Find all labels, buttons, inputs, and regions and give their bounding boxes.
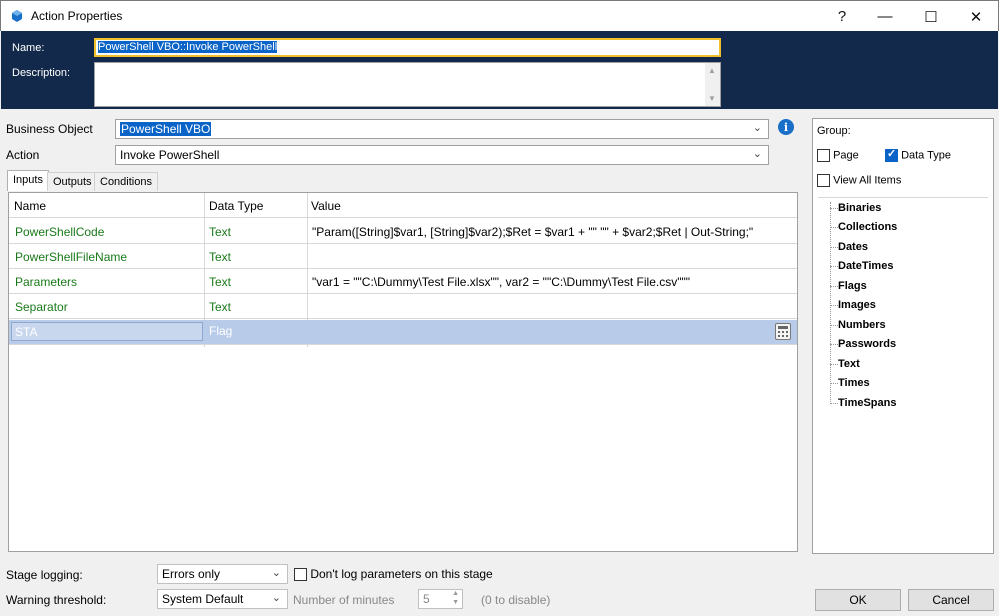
tab-conditions[interactable]: Conditions (94, 172, 158, 191)
page-checkbox-box[interactable] (817, 149, 830, 162)
description-scrollbar[interactable]: ▲ ▼ (705, 63, 720, 106)
tree-item[interactable]: Times (838, 377, 870, 389)
param-type: Text (209, 300, 232, 314)
tree-item[interactable]: DateTimes (838, 260, 893, 272)
minutes-label: Number of minutes (293, 593, 395, 607)
info-icon[interactable]: i (778, 119, 794, 135)
name-field-value: PowerShell VBO::Invoke PowerShell (98, 41, 278, 53)
name-field[interactable]: PowerShell VBO::Invoke PowerShell (94, 38, 721, 57)
table-row-selected[interactable]: STA Flag (9, 320, 797, 345)
view-all-checkbox-label: View All Items (833, 174, 902, 187)
chevron-down-icon: ⌄ (752, 122, 762, 134)
warning-threshold-label: Warning threshold: (6, 593, 107, 607)
datatype-checkbox-label: Data Type (901, 149, 952, 162)
calculator-icon[interactable] (775, 323, 791, 340)
column-header-data-type[interactable]: Data Type (209, 199, 263, 213)
data-type-tree: Binaries Collections Dates DateTimes Fla… (818, 197, 988, 547)
table-row[interactable]: Parameters Text "var1 = ""C:\Dummy\Test … (9, 269, 797, 294)
param-type: Text (209, 250, 232, 264)
stepper-down-icon[interactable]: ▼ (452, 599, 459, 606)
page-checkbox[interactable]: Page (817, 149, 859, 162)
chevron-down-icon: ⌄ (271, 592, 281, 604)
disable-hint: (0 to disable) (481, 593, 551, 607)
param-name[interactable]: STA (11, 322, 203, 341)
grid-header: Name Data Type Value (9, 193, 797, 218)
close-button[interactable]: ✕ (953, 1, 999, 32)
tree-item[interactable]: Dates (838, 241, 868, 253)
warning-threshold-value: System Default (162, 592, 244, 606)
param-type: Text (209, 225, 232, 239)
inputs-grid: Name Data Type Value PowerShellCode Text… (8, 192, 798, 552)
description-field[interactable]: ▲ ▼ (94, 62, 721, 107)
tab-outputs[interactable]: Outputs (47, 172, 98, 191)
title-bar: Action Properties ? — ☐ ✕ (0, 0, 999, 31)
business-object-select[interactable]: PowerShell VBO ⌄ (115, 119, 769, 139)
description-label: Description: (12, 67, 71, 79)
table-row[interactable]: PowerShellCode Text "Param([String]$var1… (9, 219, 797, 244)
tab-inputs[interactable]: Inputs (7, 170, 49, 191)
window-title: Action Properties (31, 9, 123, 23)
tree-item[interactable]: Images (838, 299, 876, 311)
column-header-value[interactable]: Value (311, 199, 341, 213)
dont-log-checkbox-box[interactable] (294, 568, 307, 582)
stage-logging-label: Stage logging: (6, 568, 83, 582)
tree-item[interactable]: Binaries (838, 202, 881, 214)
view-all-checkbox-box[interactable] (817, 174, 830, 187)
stage-logging-value: Errors only (162, 567, 221, 581)
app-icon (12, 10, 22, 22)
name-label: Name: (12, 42, 45, 54)
view-all-checkbox[interactable]: View All Items (817, 174, 901, 187)
action-label: Action (6, 148, 40, 162)
table-row[interactable]: PowerShellFileName Text (9, 244, 797, 269)
tree-item[interactable]: TimeSpans (838, 397, 897, 409)
dont-log-checkbox[interactable]: Don't log parameters on this stage (294, 567, 493, 582)
param-value[interactable]: "var1 = ""C:\Dummy\Test File.xlsx"", var… (312, 275, 792, 289)
maximize-button[interactable]: ☐ (908, 1, 954, 32)
tree-item[interactable]: Numbers (838, 319, 886, 331)
chevron-down-icon: ⌄ (752, 148, 762, 160)
stage-logging-select[interactable]: Errors only ⌄ (157, 564, 288, 584)
column-header-name[interactable]: Name (14, 199, 46, 213)
scroll-down-icon[interactable]: ▼ (708, 94, 716, 103)
action-select[interactable]: Invoke PowerShell ⌄ (115, 145, 769, 165)
page-checkbox-label: Page (833, 149, 859, 162)
param-type: Text (209, 275, 232, 289)
scroll-up-icon[interactable]: ▲ (708, 66, 716, 75)
ok-button[interactable]: OK (815, 589, 901, 611)
table-row[interactable]: Separator Text (9, 294, 797, 319)
group-label: Group: (817, 125, 851, 137)
help-button[interactable]: ? (819, 1, 865, 32)
tree-item[interactable]: Passwords (838, 338, 896, 350)
warning-threshold-select[interactable]: System Default ⌄ (157, 589, 288, 609)
minutes-value: 5 (423, 592, 430, 606)
datatype-checkbox[interactable]: Data Type (885, 147, 952, 162)
param-name: PowerShellCode (15, 225, 105, 239)
param-type: Flag (209, 324, 233, 338)
minutes-stepper[interactable]: 5 ▲ ▼ (418, 589, 463, 609)
param-value[interactable]: "Param([String]$var1, [String]$var2);$Re… (312, 225, 792, 239)
action-value: Invoke PowerShell (120, 148, 220, 162)
chevron-down-icon: ⌄ (271, 567, 281, 579)
group-panel: Group: Page Data Type View All Items Bin… (812, 118, 994, 554)
tree-item[interactable]: Collections (838, 221, 897, 233)
tree-item[interactable]: Flags (838, 280, 867, 292)
minimize-button[interactable]: — (862, 1, 908, 32)
datatype-checkbox-box[interactable] (885, 147, 898, 162)
dont-log-checkbox-label: Don't log parameters on this stage (310, 567, 493, 581)
param-name: Parameters (15, 275, 78, 289)
stepper-up-icon[interactable]: ▲ (452, 590, 459, 597)
cancel-button[interactable]: Cancel (908, 589, 994, 611)
tree-item[interactable]: Text (838, 358, 860, 370)
business-object-value: PowerShell VBO (120, 122, 212, 136)
param-name: PowerShellFileName (15, 250, 128, 264)
param-name: Separator (15, 300, 68, 314)
business-object-label: Business Object (6, 122, 93, 136)
